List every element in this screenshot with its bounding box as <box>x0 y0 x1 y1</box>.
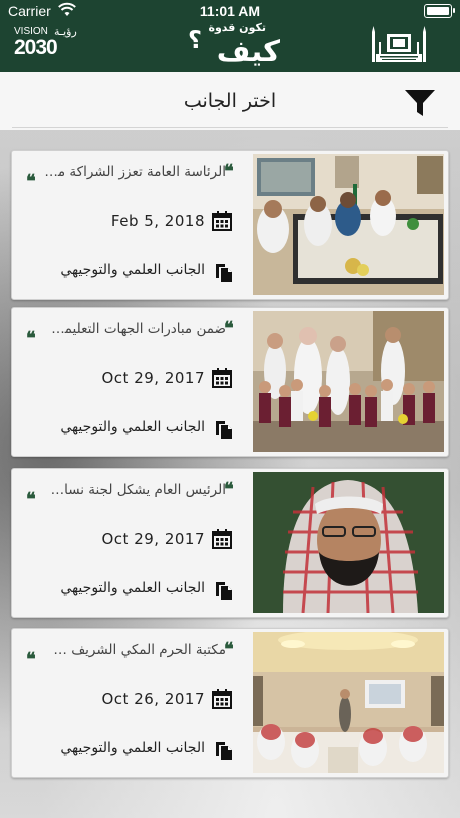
quote-close-icon: ❝ <box>26 649 36 670</box>
portrait-photo <box>253 472 444 613</box>
card-title-row: ❝ ضمن مبادرات الجهات التعليمي... <box>18 318 250 349</box>
card-title: مكتبة الحرم المكي الشريف ت... <box>44 642 226 658</box>
calendar-icon <box>212 529 232 549</box>
calendar-icon <box>212 689 232 709</box>
documents-icon <box>216 264 232 282</box>
page-toolbar: اختر الجانب <box>0 72 460 130</box>
card-category: الجانب العلمي والتوجيهي <box>60 740 205 756</box>
date-row: Oct 26, 2017 <box>12 689 250 713</box>
card-title-row: ❝ مكتبة الحرم المكي الشريف ت... <box>18 639 250 670</box>
filter-icon[interactable] <box>403 88 437 118</box>
card-date: Feb 5, 2018 <box>110 212 205 230</box>
page-title: اختر الجانب <box>183 90 277 112</box>
slogan-logo: ؟ تكون قدوة كيف <box>180 21 280 69</box>
card-title: الرئاسة العامة تعزز الشراكة مع... <box>44 164 226 180</box>
list-item[interactable]: ❝ مكتبة الحرم المكي الشريف ت... ❝ Oct 26… <box>11 628 449 778</box>
vision-year: 2030 <box>14 36 58 59</box>
slogan-question-mark: ؟ <box>188 26 202 54</box>
card-title: الرئيس العام يشكل لجنة نسائ... <box>44 482 226 498</box>
category-row: الجانب العلمي والتوجيهي <box>12 740 250 764</box>
card-category: الجانب العلمي والتوجيهي <box>60 580 205 596</box>
card-date: Oct 29, 2017 <box>101 530 205 548</box>
clock: 11:01 AM <box>199 3 261 19</box>
status-bar: Carrier 11:01 AM <box>0 0 460 22</box>
conference-hall-photo <box>253 632 444 773</box>
quote-open-icon: ❝ <box>224 639 234 660</box>
list-item[interactable]: ❝ الرئاسة العامة تعزز الشراكة مع... ❝ Fe… <box>11 150 449 300</box>
card-category: الجانب العلمي والتوجيهي <box>60 262 205 278</box>
calendar-icon <box>212 211 232 231</box>
card-title-row: ❝ الرئاسة العامة تعزز الشراكة مع... <box>18 161 250 192</box>
category-row: الجانب العلمي والتوجيهي <box>12 580 250 604</box>
card-title: ضمن مبادرات الجهات التعليمي... <box>44 321 226 337</box>
date-row: Oct 29, 2017 <box>12 529 250 553</box>
quote-close-icon: ❝ <box>26 489 36 510</box>
battery-icon <box>424 4 455 18</box>
slogan-main-text: كيف <box>216 34 280 68</box>
quote-open-icon: ❝ <box>224 318 234 339</box>
documents-icon <box>216 421 232 439</box>
date-row: Oct 29, 2017 <box>12 368 250 392</box>
card-title-row: ❝ الرئيس العام يشكل لجنة نسائ... <box>18 479 250 510</box>
list-item[interactable]: ❝ الرئيس العام يشكل لجنة نسائ... ❝ Oct 2… <box>11 468 449 618</box>
card-date: Oct 29, 2017 <box>101 369 205 387</box>
vision-arabic-label: رؤيـة <box>54 25 77 38</box>
category-row: الجانب العلمي والتوجيهي <box>12 419 250 443</box>
quote-open-icon: ❝ <box>224 479 234 500</box>
documents-icon <box>216 582 232 600</box>
card-category: الجانب العلمي والتوجيهي <box>60 419 205 435</box>
children-group-photo <box>253 311 444 452</box>
haram-mosque-logo-icon <box>372 26 426 62</box>
calendar-icon <box>212 368 232 388</box>
quote-close-icon: ❝ <box>26 328 36 349</box>
app-header: Carrier 11:01 AM VISION رؤيـة 2030 ؟ تكو… <box>0 0 460 72</box>
divider <box>12 127 448 128</box>
meeting-photo <box>253 154 444 295</box>
documents-icon <box>216 742 232 760</box>
list-item[interactable]: ❝ ضمن مبادرات الجهات التعليمي... ❝ Oct 2… <box>11 307 449 457</box>
quote-open-icon: ❝ <box>224 161 234 182</box>
quote-close-icon: ❝ <box>26 171 36 192</box>
category-row: الجانب العلمي والتوجيهي <box>12 262 250 286</box>
card-date: Oct 26, 2017 <box>101 690 205 708</box>
date-row: Feb 5, 2018 <box>12 211 250 235</box>
slogan-top-text: تكون قدوة <box>208 21 266 34</box>
vision-2030-logo: VISION رؤيـة 2030 <box>14 25 86 60</box>
